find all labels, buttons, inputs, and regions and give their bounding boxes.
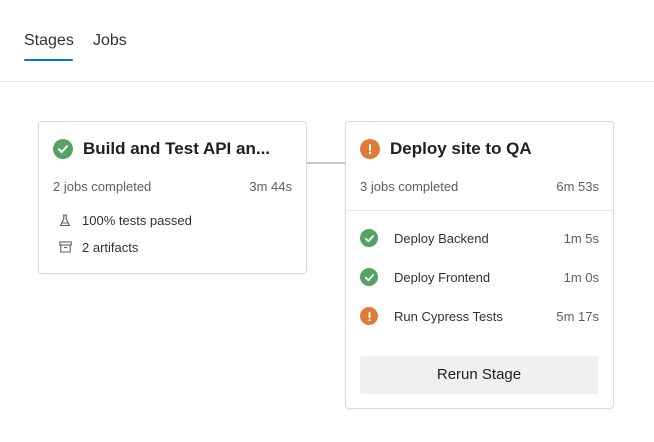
- flask-icon: [58, 213, 72, 227]
- job-name: Deploy Frontend: [394, 269, 491, 285]
- warning-circle-icon: [360, 139, 380, 159]
- jobs-completed-text: 2 jobs completed: [53, 179, 152, 194]
- job-duration: 5m 17s: [556, 308, 599, 324]
- job-duration: 1m 5s: [563, 230, 599, 246]
- stage-title: Deploy site to QA: [390, 139, 532, 158]
- stage-meta: 3 jobs completed 6m 53s: [360, 179, 599, 197]
- artifacts-summary-text: 2 artifacts: [82, 239, 139, 255]
- tab-jobs[interactable]: Jobs: [93, 31, 127, 51]
- pipeline-run-page: Stages Jobs Build and Test API an... 2 j…: [0, 0, 654, 442]
- stage-connector: [306, 162, 346, 164]
- stage-header: Deploy site to QA: [360, 138, 599, 160]
- job-name: Run Cypress Tests: [394, 308, 503, 324]
- job-row-deploy-frontend[interactable]: Deploy Frontend 1m 0s: [360, 267, 599, 287]
- job-row-run-cypress-tests[interactable]: Run Cypress Tests 5m 17s: [360, 306, 599, 326]
- job-row-deploy-backend[interactable]: Deploy Backend 1m 5s: [360, 228, 599, 248]
- stage-duration: 3m 44s: [249, 179, 292, 194]
- tab-stages[interactable]: Stages: [24, 31, 74, 51]
- stage-header: Build and Test API an...: [53, 138, 292, 160]
- job-duration: 1m 0s: [563, 269, 599, 285]
- check-circle-icon: [360, 268, 378, 286]
- rerun-stage-button[interactable]: Rerun Stage: [360, 356, 598, 394]
- divider: [346, 210, 613, 211]
- tests-summary-text: 100% tests passed: [82, 212, 192, 228]
- tab-bar: Stages Jobs: [0, 0, 654, 82]
- tests-summary[interactable]: 100% tests passed: [58, 211, 192, 229]
- artifacts-summary[interactable]: 2 artifacts: [58, 238, 138, 256]
- stage-card-deploy-qa[interactable]: Deploy site to QA 3 jobs completed 6m 53…: [345, 121, 614, 409]
- jobs-completed-text: 3 jobs completed: [360, 179, 459, 194]
- check-circle-icon: [360, 229, 378, 247]
- stage-duration: 6m 53s: [556, 179, 599, 194]
- archive-icon: [58, 240, 72, 254]
- warning-circle-icon: [360, 307, 378, 325]
- active-tab-indicator: [24, 59, 73, 61]
- check-circle-icon: [53, 139, 73, 159]
- job-name: Deploy Backend: [394, 230, 489, 246]
- stage-title: Build and Test API an...: [83, 139, 271, 158]
- stage-meta: 2 jobs completed 3m 44s: [53, 179, 292, 197]
